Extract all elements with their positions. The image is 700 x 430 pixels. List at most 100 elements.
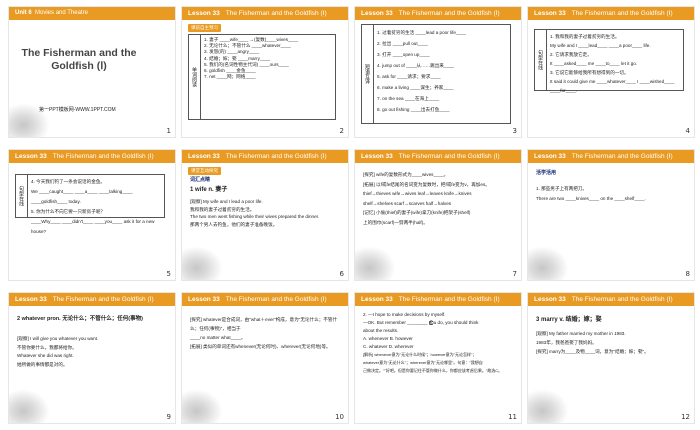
- list-item: [观察] My wife and I lead a poor life.: [190, 199, 263, 204]
- lesson-header: Lesson 33 The Fisherman and the Goldfish …: [528, 293, 694, 306]
- lesson-header: Lesson 33 The Fisherman and the Goldfish …: [182, 293, 348, 306]
- list-item: [解析] whenever意为"无论什么时候"；however意为"无论怎样"；: [363, 352, 477, 357]
- list-item: [探究] wife的复数形式为____wives____。: [363, 172, 449, 177]
- lesson-header: Lesson 33 The Fisherman and the Goldfish …: [182, 150, 348, 163]
- table-side-label: 单词阅读: [189, 35, 201, 119]
- table-side-label: 短语互译: [362, 25, 374, 123]
- slide-number: 8: [685, 270, 690, 278]
- sentence-list: 1. 我和我的妻子过着贫穷的生活。 My wife and I ____lead…: [550, 32, 682, 95]
- vocab-heading: 1 wife n. 妻子: [190, 187, 228, 193]
- list-item: 5. ask for ____请求；要求____: [377, 74, 441, 79]
- sentence-table: 句型在线 1. 我和我的妻子过着贫穷的生活。 My wife and I ___…: [534, 29, 684, 93]
- slide-thumbnail[interactable]: Lesson 33 The Fisherman and the Goldfish …: [354, 149, 522, 281]
- list-item: We ____caught____ ____a____ ____talking_…: [31, 189, 133, 204]
- example-list: [观察] My wife and I lead a poor life. 我和我…: [190, 198, 342, 228]
- list-item: whatever意为"无论什么"；wherever意为"无论哪里"。句意："我想…: [363, 360, 483, 365]
- lesson-header: Lesson 33 The Fisherman and the Goldfish …: [355, 150, 521, 163]
- list-item: shelf→shelves scarf→scarves half→halves: [363, 200, 452, 206]
- list-item: There are two ____knives____ on the ____…: [536, 196, 646, 201]
- list-item: [拓展] 类似的单词还有whenever(无论何时)、wherever(无论何地…: [190, 344, 331, 349]
- slide-grid: Unit 6 Movies and Theatre The Fisherman …: [8, 6, 696, 426]
- lesson-header: Lesson 33 The Fisherman and the Goldfish …: [355, 7, 521, 20]
- lesson-header: Lesson 33 The Fisherman and the Goldfish …: [9, 293, 175, 306]
- list-item: 2. 拉出 ____pull out____: [377, 41, 428, 46]
- lesson-header: Lesson 33 The Fisherman and the Goldfish …: [355, 293, 521, 306]
- list-item: C. whatever D. wherever: [363, 344, 414, 349]
- vocab-list: 1. 妻子 ____wife____ →(复数)____wives____ 2.…: [204, 37, 334, 80]
- slide-thumbnail[interactable]: Lesson 33 The Fisherman and the Goldfish …: [181, 149, 349, 281]
- list-item: The two men went fishing while their wiv…: [190, 214, 320, 219]
- list-item: ____Why____ ____didn't____ ____you____ a…: [31, 219, 155, 234]
- list-item: 2. 它请求我放它走。: [550, 52, 592, 57]
- lesson-header: Lesson 33 The Fisherman and the Goldfish …: [182, 7, 348, 20]
- slide-thumbnail[interactable]: Lesson 33 The Fisherman and the Goldfish …: [354, 6, 522, 138]
- slide-number: 5: [166, 270, 171, 278]
- slide-number: 6: [339, 270, 344, 278]
- list-item: 1. 我和我的妻子过着贫穷的生活。: [550, 34, 620, 39]
- list-item: 己做决定。""好吧。但是你要记住不管你做什么，你都应该考虑后果。"故选C。: [363, 368, 503, 373]
- ink-decoration: [182, 240, 230, 280]
- phrase-list: 1. 过着贫穷的生活 ____lead a poor life____ 2. 拉…: [377, 27, 509, 115]
- slide-thumbnail[interactable]: Lesson 33 The Fisherman and the Goldfish …: [527, 149, 695, 281]
- section-badge: 课前自主预习: [188, 24, 221, 32]
- ink-decoration: [355, 240, 403, 280]
- ink-decoration: [182, 383, 230, 423]
- list-item: 1983年，我爸爸娶了我妈妈。: [536, 340, 597, 345]
- slide-number: 2: [339, 127, 344, 135]
- list-item: 1. 那些男子上有两把刀。: [536, 186, 588, 191]
- list-item: 4. 今天我们钓了一条会说话的金鱼。: [31, 179, 106, 184]
- list-item: 2. —I hope to make decisions by myself.: [363, 312, 446, 317]
- slide-number: 3: [512, 127, 517, 135]
- slide-number: 7: [512, 270, 517, 278]
- answer-mark: C: [429, 321, 434, 327]
- slide-number: 10: [335, 413, 344, 421]
- ink-decoration: [528, 240, 576, 280]
- section-badge: 课堂互动探究: [188, 167, 221, 175]
- list-item: ____no matter what____。: [190, 335, 246, 340]
- list-item: My wife and I ____lead____ ____a poor___…: [550, 43, 651, 48]
- vocab-heading: 3 marry v. 结婚；嫁；娶: [536, 317, 602, 323]
- list-item: 不管你要什么，我都将给你。: [17, 344, 77, 350]
- slide-thumbnail[interactable]: Lesson 33 The Fisherman and the Goldfish …: [527, 292, 695, 424]
- unit-header: Unit 6 Movies and Theatre: [9, 7, 175, 20]
- slide-thumbnail[interactable]: Lesson 33 The Fisherman and the Goldfish …: [181, 6, 349, 138]
- list-item: 那两个男人去钓鱼，他们的妻子准备晚饭。: [190, 221, 278, 227]
- ink-decoration: [9, 97, 57, 137]
- slide-number: 9: [166, 413, 171, 421]
- sentence-list: 4. 今天我们钓了一条会说话的金鱼。 We ____caught____ ___…: [31, 177, 163, 237]
- explanation-list: [探究] whatever是合成词，由"what＋ever"构成，意为"无论什么…: [190, 315, 342, 351]
- list-item: 4. jump out of ____从……跳出来____: [377, 63, 455, 68]
- list-item: [拓展] 以f或fe结尾的名词变为复数时，把f或fe变为v，再加es。: [363, 181, 490, 187]
- slide-thumbnail[interactable]: Lesson 33 The Fisherman and the Goldfish …: [181, 292, 349, 424]
- cover-title: The Fisherman and the Goldfish (Ⅰ): [21, 47, 137, 72]
- list-item: 3. 它说它能够给我所有想得到的一切。: [550, 70, 629, 75]
- table-side-label: 句型在线: [535, 30, 547, 90]
- lesson-header: Lesson 33 The Fisherman and the Goldfish …: [528, 7, 694, 20]
- list-item: Whatever she did was right.: [17, 353, 74, 358]
- ink-decoration: [9, 383, 57, 423]
- list-item: [观察] I will give you whatever you want.: [17, 336, 99, 341]
- list-item: [探究] whatever是合成词，由"what＋ever"构成，意为"无论什么…: [190, 317, 338, 331]
- list-item: 1. 过着贫穷的生活 ____lead a poor life____: [377, 30, 467, 35]
- list-item: 上的围巾(scarf)一劈两半(half)。: [363, 219, 428, 225]
- table-side-label: 句型在线: [16, 175, 28, 217]
- ink-decoration: [528, 383, 576, 423]
- question-list: 2. —I hope to make decisions by myself. …: [363, 311, 518, 375]
- slide-thumbnail[interactable]: Unit 6 Movies and Theatre The Fisherman …: [8, 6, 176, 138]
- list-item: [记忆] 小偷(thief)的妻子(wife)拿刀(knife)把架子(shel…: [363, 210, 471, 215]
- list-item: about the results.: [363, 328, 399, 333]
- section-label: 词汇点睛: [190, 177, 211, 183]
- list-item: [探究] marry为____及物____词，意为"结婚；嫁；娶"。: [536, 349, 649, 354]
- list-item: 3. 打开 ____open up____: [377, 52, 430, 57]
- example-list: [观察] I will give you whatever you want. …: [17, 335, 169, 369]
- slide-thumbnail[interactable]: Lesson 33 The Fisherman and the Goldfish …: [354, 292, 522, 424]
- slide-number: 4: [685, 127, 690, 135]
- list-item: —OK. But remember ________ you do, you s…: [363, 320, 479, 325]
- list-item: A. whenever B. however: [363, 336, 413, 341]
- explanation-list: [探究] wife的复数形式为____wives____。 [拓展] 以f或fe…: [363, 170, 515, 227]
- slide-thumbnail[interactable]: Lesson 33 The Fisherman and the Goldfish …: [527, 6, 695, 138]
- slide-number: 11: [508, 413, 517, 421]
- slide-thumbnail[interactable]: Lesson 33 The Fisherman and the Goldfish …: [8, 292, 176, 424]
- slide-thumbnail[interactable]: Lesson 33 The Fisherman and the Goldfish …: [8, 149, 176, 281]
- vocab-heading: 2 whatever pron. 无论什么；不管什么；任何(事物): [17, 316, 143, 322]
